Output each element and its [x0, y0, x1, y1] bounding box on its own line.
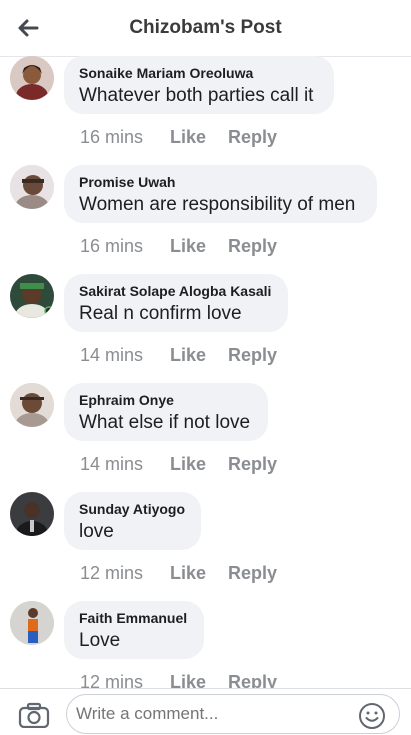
comment-time: 14 mins	[80, 454, 144, 474]
emoji-button[interactable]	[358, 702, 386, 730]
comment-author[interactable]: Faith Emmanuel	[79, 610, 187, 626]
comment-text: Women are responsibility of men	[79, 194, 356, 215]
comment-item: Ephraim Onye What else if not love 14 mi…	[0, 383, 411, 493]
comment-bubble: Faith Emmanuel Love	[64, 601, 204, 659]
camera-icon	[18, 702, 50, 729]
like-button[interactable]: Like	[170, 127, 228, 148]
like-button[interactable]: Like	[170, 345, 228, 366]
comment-meta: 14 mins Like Reply	[80, 345, 277, 366]
comment-meta: 12 mins Like Reply	[80, 563, 277, 584]
comment-text: Love	[79, 630, 121, 651]
comment-time: 14 mins	[80, 345, 144, 365]
emoji-icon	[359, 703, 385, 729]
comment-item: Sunday Atiyogo love 12 mins Like Reply	[0, 492, 411, 602]
comment-input[interactable]	[66, 694, 400, 734]
comment-meta: 14 mins Like Reply	[80, 454, 277, 475]
avatar[interactable]	[10, 601, 54, 645]
like-button[interactable]: Like	[170, 454, 228, 475]
comment-time: 16 mins	[80, 236, 144, 256]
reply-button[interactable]: Reply	[228, 345, 277, 366]
comment-meta: 16 mins Like Reply	[80, 236, 277, 257]
comment-bubble: Sunday Atiyogo love	[64, 492, 201, 550]
comment-composer	[0, 688, 411, 734]
avatar[interactable]	[10, 56, 54, 100]
comment-author[interactable]: Ephraim Onye	[79, 392, 174, 408]
comment-bubble: Sonaike Mariam Oreoluwa Whatever both pa…	[64, 56, 334, 114]
avatar[interactable]	[10, 492, 54, 536]
comment-text: What else if not love	[79, 412, 251, 433]
like-button[interactable]: Like	[170, 236, 228, 257]
comment-author[interactable]: Sonaike Mariam Oreoluwa	[79, 65, 253, 81]
comment-author[interactable]: Sunday Atiyogo	[79, 501, 185, 517]
comment-time: 12 mins	[80, 563, 144, 583]
comment-bubble: Promise Uwah Women are responsibility of…	[64, 165, 377, 223]
comment-text: Real n confirm love	[79, 303, 242, 324]
avatar[interactable]	[10, 165, 54, 209]
avatar[interactable]	[10, 274, 54, 318]
reply-button[interactable]: Reply	[228, 236, 277, 257]
avatar[interactable]	[10, 383, 54, 427]
comment-text: Whatever both parties call it	[79, 85, 314, 106]
comment-time: 16 mins	[80, 127, 144, 147]
reply-button[interactable]: Reply	[228, 127, 277, 148]
camera-button[interactable]	[18, 702, 50, 729]
comment-item: Sonaike Mariam Oreoluwa Whatever both pa…	[0, 56, 411, 166]
comment-item: Sakirat Solape Alogba Kasali Real n conf…	[0, 274, 411, 384]
comment-meta: 16 mins Like Reply	[80, 127, 277, 148]
comment-bubble: Ephraim Onye What else if not love	[64, 383, 268, 441]
comment-author[interactable]: Promise Uwah	[79, 174, 175, 190]
comment-author[interactable]: Sakirat Solape Alogba Kasali	[79, 283, 271, 299]
like-button[interactable]: Like	[170, 563, 228, 584]
header: Chizobam's Post	[0, 0, 411, 57]
page-title: Chizobam's Post	[129, 17, 282, 38]
reply-button[interactable]: Reply	[228, 563, 277, 584]
comment-bubble: Sakirat Solape Alogba Kasali Real n conf…	[64, 274, 288, 332]
comment-text: love	[79, 521, 114, 542]
comment-item: Promise Uwah Women are responsibility of…	[0, 165, 411, 275]
reply-button[interactable]: Reply	[228, 454, 277, 475]
